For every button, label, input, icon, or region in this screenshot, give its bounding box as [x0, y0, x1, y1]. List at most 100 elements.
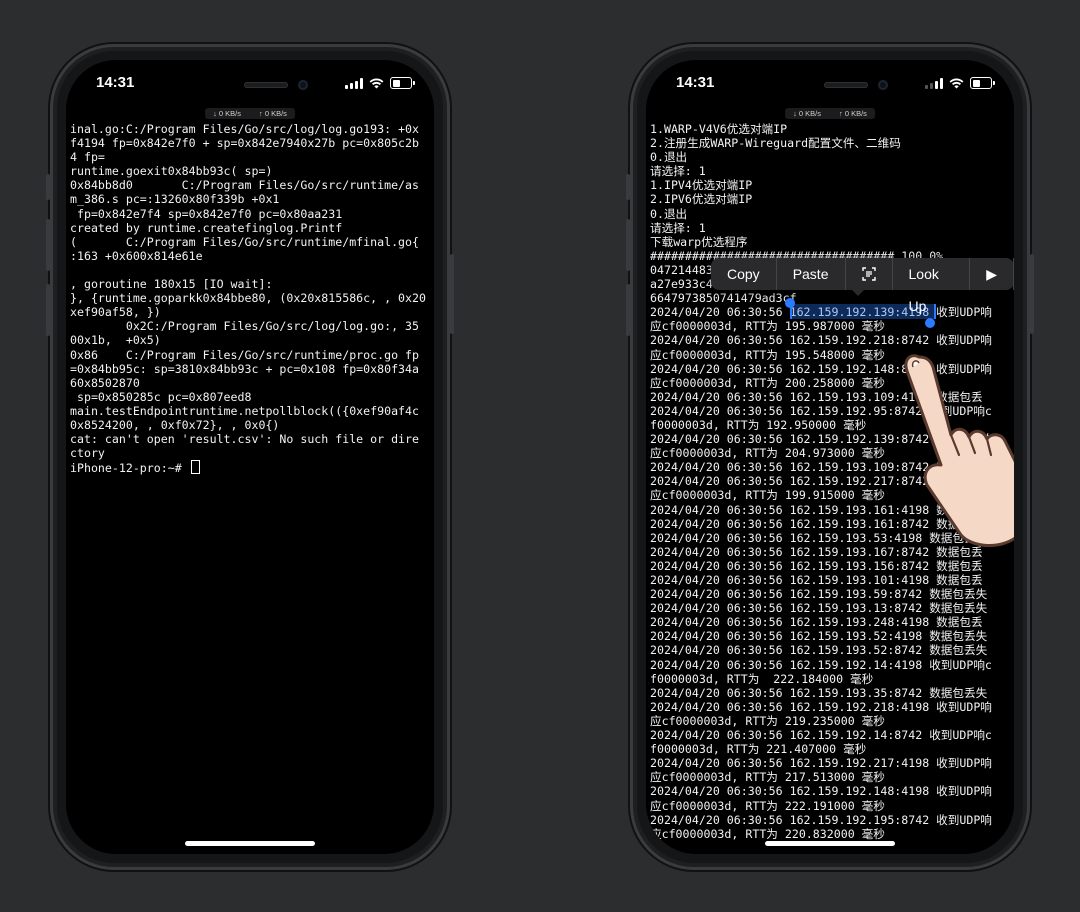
cellular-signal-icon — [345, 77, 363, 89]
pointing-hand-icon — [904, 354, 1014, 548]
right-phone: 14:31 ↓ 0 KB/s ↑ 0 KB/s 1.WARP-V4V6优选对端I… — [626, 44, 1034, 870]
scan-text-menu-item[interactable] — [846, 258, 893, 290]
home-indicator[interactable] — [185, 841, 315, 846]
selection-end-handle[interactable] — [925, 318, 935, 328]
terminal-line: 2024/04/20 06:30:56 162.159.193.59:8742 … — [650, 587, 988, 602]
terminal-line: 应cf0000003d, RTT为 219.235000 毫秒 — [650, 713, 885, 728]
terminal-line: 0.退出 — [650, 150, 688, 165]
terminal-line: fp=0x842e7f4 sp=0x842e7f0 pc=0x80aa231 — [70, 206, 343, 221]
speaker — [824, 82, 868, 88]
selection-start-handle[interactable] — [785, 298, 795, 308]
copy-menu-item[interactable]: Copy — [711, 258, 777, 290]
wifi-icon — [369, 78, 384, 88]
terminal-line: 1.IPV4优选对端IP — [650, 178, 753, 193]
mute-switch — [46, 174, 50, 200]
terminal-line: created by runtime.createfinglog.Printf — [70, 220, 343, 235]
terminal-line: main.testEndpointruntime.netpollblock(({… — [70, 403, 420, 418]
terminal-line: 2024/04/20 06:30:56 162.159.193.101:4198… — [650, 573, 983, 587]
terminal-line: inal.go:C:/Program Files/Go/src/log/log.… — [70, 122, 420, 136]
download-speed: ↓ 0 KB/s — [213, 109, 241, 118]
upload-speed: ↑ 0 KB/s — [839, 109, 867, 118]
terminal-line: 2024/04/20 06:30:56 162.159.192.14:8742 … — [650, 728, 992, 743]
terminal-line: 2024/04/20 06:30:56 162.159.192.14:4198 … — [650, 657, 992, 672]
mute-switch — [626, 174, 630, 200]
terminal-line: 2024/04/20 06:30:56 162.159.192.195:8742… — [650, 812, 992, 827]
status-icons — [345, 77, 415, 89]
left-screen: 14:31 ↓ 0 KB/s ↑ 0 KB/s inal.go:C:/Progr… — [66, 60, 434, 854]
terminal-line: 4 fp= — [70, 150, 105, 165]
terminal-line: 应cf0000003d, RTT为 222.191000 毫秒 — [650, 798, 885, 813]
terminal-line: 2024/04/20 06:30:56 162.159.193.52:4198 … — [650, 629, 988, 644]
more-menu-arrow[interactable]: ▶ — [970, 258, 1014, 290]
wifi-icon — [949, 78, 964, 88]
terminal-line: 2024/04/20 06:30:56 162.159.192.218:4198… — [650, 699, 992, 714]
terminal-line: 60x8502870 — [70, 375, 140, 390]
terminal-line: xef90af58, }) — [70, 305, 161, 320]
terminal-line: m_386.s pc=:13260x80f339b +0x1 — [70, 192, 280, 207]
upload-speed: ↑ 0 KB/s — [259, 109, 287, 118]
terminal-line: 2024/04/20 06:30:56 162.159.192.148:4198… — [650, 784, 992, 799]
text-scan-icon — [861, 267, 876, 281]
speaker — [244, 82, 288, 88]
terminal-line: 0x86 C:/Program Files/Go/src/runtime/pro… — [70, 347, 420, 362]
terminal-line: 请选择: 1 — [650, 220, 706, 235]
terminal-line: =0x84bb95c: sp=3810x84bb93c + pc=0x108 f… — [70, 361, 420, 376]
battery-icon — [390, 77, 415, 89]
battery-icon — [970, 77, 995, 89]
shell-prompt: iPhone-12-pro:~# — [70, 461, 189, 476]
terminal-line: f0000003d, RTT为 222.184000 毫秒 — [650, 671, 874, 686]
terminal-line: f4194 fp=0x842e7f0 + sp=0x842e7940x27b p… — [70, 136, 420, 151]
paste-menu-item[interactable]: Paste — [777, 258, 846, 290]
terminal-line: ctory — [70, 446, 105, 461]
terminal-line: }, {runtime.goparkk0x84bbe80, (0x20x8155… — [70, 291, 426, 306]
terminal-output[interactable]: inal.go:C:/Program Files/Go/src/log/log.… — [70, 122, 430, 840]
look-up-menu-item[interactable]: Look Up — [893, 258, 971, 314]
terminal-line: 0x2C:/Program Files/Go/src/log/log.go:, … — [70, 319, 420, 334]
terminal-line: 2024/04/20 06:30:56 162.159.193.248:4198… — [650, 615, 983, 630]
volume-down-button — [46, 284, 50, 336]
status-time: 14:31 — [96, 74, 135, 91]
terminal-line: runtime.goexit0x84bb93c( sp=) — [70, 164, 273, 179]
terminal-line: 0x8524200, , 0xf0x72}, , 0x0{) — [70, 417, 280, 432]
network-speed-indicator: ↓ 0 KB/s ↑ 0 KB/s — [785, 108, 875, 119]
terminal-line: 2024/04/20 06:30:56 162.159.193.156:8742… — [650, 558, 983, 573]
terminal-line: 0.退出 — [650, 206, 688, 221]
terminal-line: cat: can't open 'result.csv': No such fi… — [70, 432, 420, 447]
terminal-line: 2024/04/20 06:30:56 162.159.193.13:8742 … — [650, 601, 988, 616]
terminal-line: , goroutine 180x15 [IO wait]: — [70, 277, 273, 292]
status-icons — [925, 77, 995, 89]
terminal-line: sp=0x850285c pc=0x807eed8 — [70, 389, 252, 404]
camera — [878, 80, 888, 90]
volume-down-button — [626, 284, 630, 336]
right-screen: 14:31 ↓ 0 KB/s ↑ 0 KB/s 1.WARP-V4V6优选对端I… — [646, 60, 1014, 854]
terminal-line: 2.注册生成WARP-Wireguard配置文件、二维码 — [650, 136, 901, 151]
text-cursor — [190, 460, 200, 475]
volume-up-button — [626, 219, 630, 271]
side-button — [1030, 254, 1034, 334]
terminal-line: 00x1b, +0x5) — [70, 333, 161, 348]
terminal-line: 2024/04/20 06:30:56 162.159.193.35:8742 … — [650, 685, 988, 700]
terminal-line: f0000003d, RTT为 221.407000 毫秒 — [650, 742, 867, 757]
terminal-line: ( C:/Program Files/Go/src/runtime/mfinal… — [70, 234, 420, 249]
terminal-line: 2.IPV6优选对端IP — [650, 192, 753, 207]
terminal-line: 请选择: 1 — [650, 164, 706, 179]
side-button — [450, 254, 454, 334]
shell-prompt-line[interactable]: iPhone-12-pro:~# — [70, 460, 430, 476]
cellular-signal-icon — [925, 77, 943, 89]
left-phone: 14:31 ↓ 0 KB/s ↑ 0 KB/s inal.go:C:/Progr… — [46, 44, 454, 870]
camera — [298, 80, 308, 90]
terminal-line: 应cf0000003d, RTT为 220.832000 毫秒 — [650, 826, 885, 840]
home-indicator[interactable] — [765, 841, 895, 846]
terminal-line: 1.WARP-V4V6优选对端IP — [650, 122, 788, 136]
terminal-line: 2024/04/20 06:30:56 162.159.192.217:4198… — [650, 756, 992, 771]
volume-up-button — [46, 219, 50, 271]
terminal-line: 2024/04/20 06:30:56 162.159.193.52:8742 … — [650, 643, 988, 658]
menu-caret — [851, 289, 865, 296]
text-context-menu: Copy Paste Look Up ▶ — [711, 258, 1014, 314]
status-time: 14:31 — [676, 74, 715, 91]
terminal-line: 应cf0000003d, RTT为 217.513000 毫秒 — [650, 770, 885, 785]
network-speed-indicator: ↓ 0 KB/s ↑ 0 KB/s — [205, 108, 295, 119]
terminal-line: 下载warp优选程序 — [650, 234, 748, 249]
terminal-line: 0x84bb8d0 C:/Program Files/Go/src/runtim… — [70, 178, 420, 193]
